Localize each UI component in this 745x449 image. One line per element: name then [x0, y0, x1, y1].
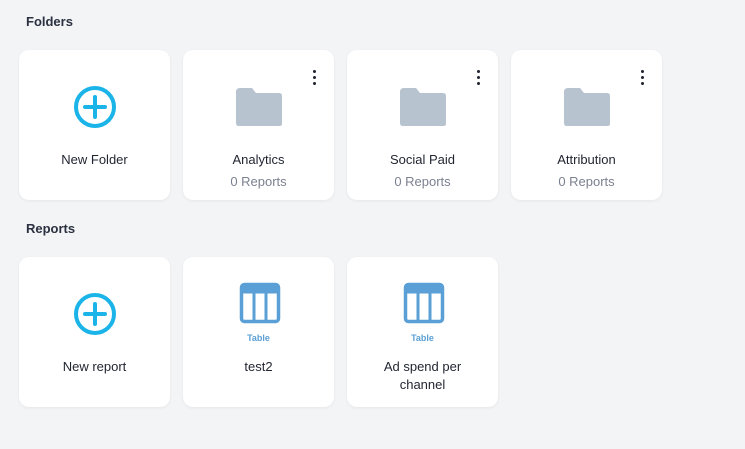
folder-icon: [236, 88, 282, 126]
new-report-label: New report: [62, 359, 127, 374]
folder-name: Analytics: [232, 152, 285, 167]
folder-report-count: 0 Reports: [394, 174, 451, 189]
folder-report-count: 0 Reports: [230, 174, 287, 189]
new-report-card[interactable]: New report: [19, 257, 170, 407]
reports-heading: Reports: [26, 221, 76, 236]
plus-circle-icon: [74, 86, 116, 128]
table-icon: [403, 282, 445, 324]
folder-card-attribution[interactable]: Attribution 0 Reports: [511, 50, 662, 200]
more-options-icon[interactable]: [472, 70, 484, 90]
more-options-icon[interactable]: [636, 70, 648, 90]
report-name: test2: [244, 359, 273, 374]
folder-card-social-paid[interactable]: Social Paid 0 Reports: [347, 50, 498, 200]
folder-card-analytics[interactable]: Analytics 0 Reports: [183, 50, 334, 200]
folder-icon: [400, 88, 446, 126]
folder-name: Attribution: [557, 152, 616, 167]
folder-report-count: 0 Reports: [558, 174, 615, 189]
more-options-icon[interactable]: [308, 70, 320, 90]
new-folder-card[interactable]: New Folder: [19, 50, 170, 200]
table-icon: [239, 282, 281, 324]
folders-heading: Folders: [26, 14, 73, 29]
plus-circle-icon: [74, 293, 116, 335]
new-folder-label: New Folder: [61, 152, 128, 167]
report-card-ad-spend[interactable]: Table Ad spend per channel: [347, 257, 498, 407]
report-card-test2[interactable]: Table test2: [183, 257, 334, 407]
folder-icon: [564, 88, 610, 126]
report-type-badge: Table: [247, 333, 270, 343]
report-name: Ad spend per channel: [383, 359, 462, 392]
report-type-badge: Table: [411, 333, 434, 343]
folder-name: Social Paid: [389, 152, 456, 167]
